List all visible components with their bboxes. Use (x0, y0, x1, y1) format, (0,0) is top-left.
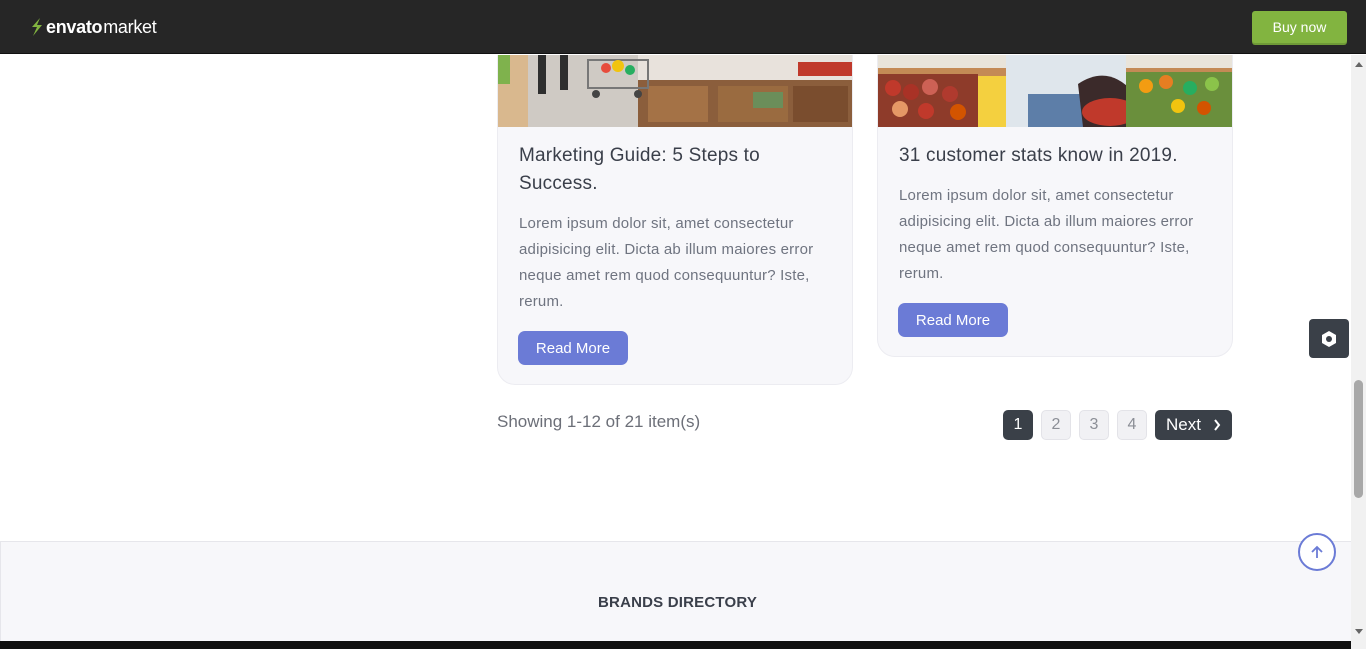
page-button-4[interactable]: 4 (1117, 410, 1147, 440)
settings-button[interactable] (1309, 319, 1349, 358)
scroll-down-arrow-icon[interactable] (1354, 627, 1363, 636)
page-button-2[interactable]: 2 (1041, 410, 1071, 440)
back-to-top-button[interactable] (1298, 533, 1336, 571)
buy-now-button[interactable]: Buy now (1252, 11, 1347, 43)
page-scrollbar[interactable] (1351, 55, 1366, 649)
page-button-3[interactable]: 3 (1079, 410, 1109, 440)
arrow-up-icon (1311, 545, 1323, 558)
card-image-produce-market[interactable] (878, 55, 1232, 127)
read-more-button[interactable]: Read More (898, 303, 1008, 337)
footer-brands-section: BRANDS DIRECTORY (0, 541, 1351, 649)
chevron-right-icon (1214, 419, 1221, 431)
results-summary: Showing 1-12 of 21 item(s) (497, 412, 701, 431)
blog-card: 31 customer stats know in 2019. Lorem ip… (877, 55, 1233, 357)
next-page-button[interactable]: Next (1155, 410, 1232, 440)
read-more-button[interactable]: Read More (518, 331, 628, 365)
logo-brand-text: envato (46, 16, 103, 37)
card-image-shopping-cart[interactable] (498, 55, 852, 127)
card-excerpt: Lorem ipsum dolor sit, amet consectetur … (519, 215, 814, 310)
next-label: Next (1166, 415, 1201, 434)
pagination: 1 2 3 4 Next (1003, 410, 1232, 440)
card-title[interactable]: Marketing Guide: 5 Steps to Success. (519, 142, 819, 198)
scroll-up-arrow-icon[interactable] (1354, 59, 1363, 68)
top-bar: envato market Buy now (0, 0, 1366, 54)
card-title[interactable]: 31 customer stats know in 2019. (899, 142, 1219, 170)
settings-hex-icon (1322, 330, 1336, 347)
scrollbar-thumb[interactable] (1354, 380, 1363, 498)
envato-market-logo[interactable]: envato market (30, 15, 157, 39)
page-content: Marketing Guide: 5 Steps to Success. Lor… (0, 55, 1351, 649)
page-button-1[interactable]: 1 (1003, 410, 1033, 440)
envato-leaf-icon (32, 18, 42, 36)
logo-suffix-text: market (103, 16, 157, 37)
card-excerpt: Lorem ipsum dolor sit, amet consectetur … (899, 187, 1194, 282)
bottom-edge (0, 641, 1351, 649)
brands-directory-heading: BRANDS DIRECTORY (598, 594, 758, 611)
blog-card: Marketing Guide: 5 Steps to Success. Lor… (497, 55, 853, 385)
